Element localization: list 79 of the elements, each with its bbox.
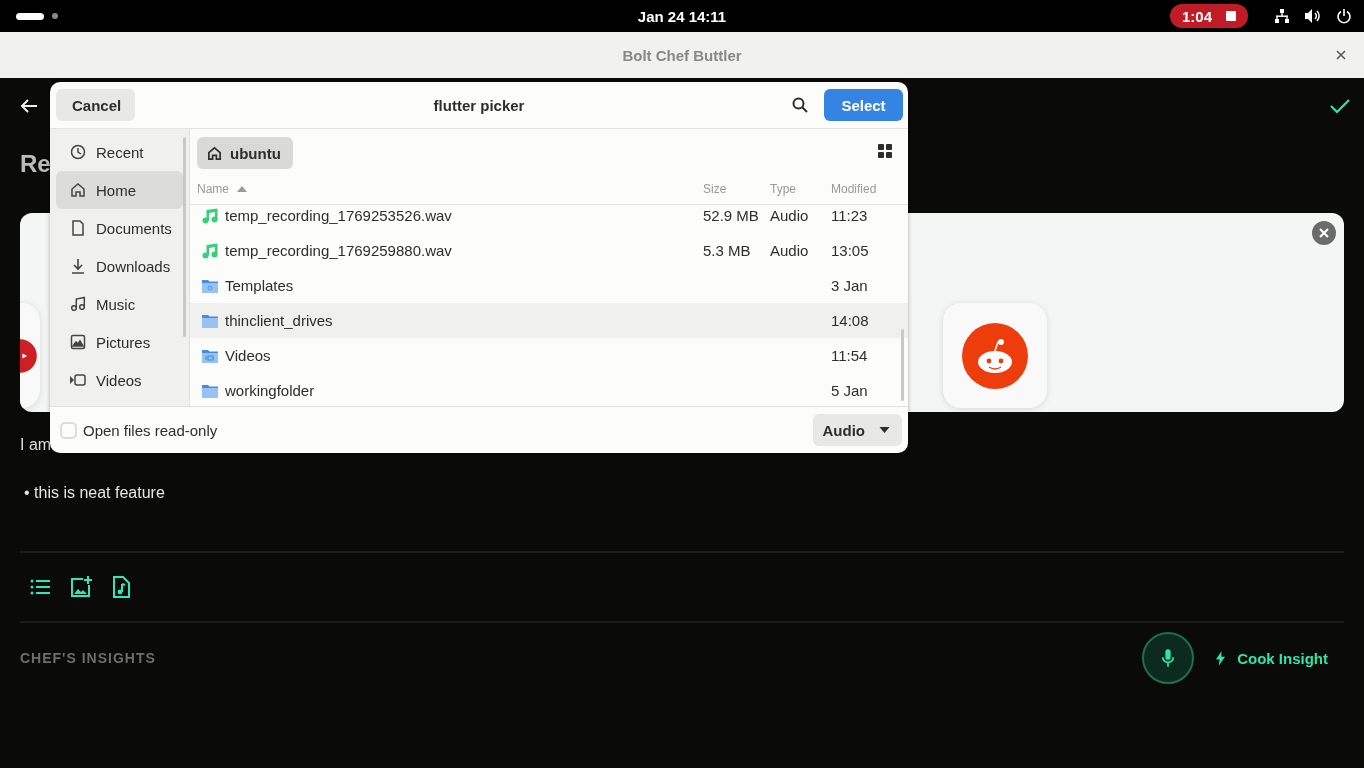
audio-file-icon[interactable] xyxy=(112,576,130,598)
file-modified: 3 Jan xyxy=(831,277,868,294)
file-type: Audio xyxy=(770,207,809,224)
file-type: Audio xyxy=(770,242,809,259)
bullet-item: • this is neat feature xyxy=(23,483,165,503)
file-name: Templates xyxy=(225,277,295,294)
file-name: temp_recording_1769259880.wav xyxy=(225,242,453,259)
close-icon[interactable] xyxy=(1312,221,1336,245)
file-row[interactable]: workingfolder 5 Jan xyxy=(190,373,908,406)
file-modified: 14:08 xyxy=(831,312,869,329)
dialog-title: flutter picker xyxy=(433,96,525,114)
sidebar-item[interactable]: Pictures xyxy=(56,323,183,361)
home-icon xyxy=(70,182,86,198)
filter-dropdown[interactable]: Audio xyxy=(812,414,902,446)
checkbox[interactable] xyxy=(60,421,77,439)
file-name: temp_recording_1769253526.wav xyxy=(225,207,453,224)
workspace-dot[interactable] xyxy=(52,13,58,19)
power-icon[interactable] xyxy=(1336,8,1352,24)
file-modified: 5 Jan xyxy=(831,382,868,399)
music-file-icon xyxy=(202,242,218,259)
back-arrow-icon[interactable] xyxy=(20,98,38,114)
page-heading: Re xyxy=(20,149,51,179)
videos-icon xyxy=(70,372,86,388)
list-icon[interactable] xyxy=(30,579,50,595)
sidebar-item[interactable]: Videos xyxy=(56,361,183,399)
sidebar-item[interactable]: Downloads xyxy=(56,247,183,285)
recording-indicator[interactable]: 1:04 xyxy=(1169,4,1248,28)
video-folder-icon xyxy=(202,347,218,364)
sidebar-item[interactable]: Home xyxy=(56,171,183,209)
recent-icon xyxy=(70,144,86,160)
app-logo-icon xyxy=(961,321,1029,390)
home-icon xyxy=(207,145,222,161)
cook-insight-button[interactable]: Cook Insight xyxy=(1216,649,1328,667)
close-icon[interactable] xyxy=(1336,50,1346,60)
path-button[interactable]: ubuntu xyxy=(197,137,293,169)
clock[interactable]: Jan 24 14:11 xyxy=(637,7,727,25)
grid-view-icon[interactable] xyxy=(878,144,892,158)
select-button[interactable]: Select xyxy=(824,89,903,121)
microphone-button[interactable] xyxy=(1142,632,1195,684)
file-modified: 11:23 xyxy=(831,207,868,224)
music-icon xyxy=(70,296,86,312)
search-icon[interactable] xyxy=(792,97,808,113)
checkmark-icon[interactable] xyxy=(1330,98,1350,114)
add-image-icon[interactable] xyxy=(70,576,92,598)
file-modified: 13:05 xyxy=(831,242,869,259)
checkbox-label[interactable]: Open files read-only xyxy=(83,421,218,439)
sort-ascending-icon[interactable] xyxy=(237,185,247,192)
pictures-icon xyxy=(70,334,86,350)
file-size: 5.3 MB xyxy=(703,242,751,259)
sidebar-item[interactable]: Documents xyxy=(56,209,183,247)
documents-icon xyxy=(70,220,86,236)
folder-icon xyxy=(202,382,218,399)
network-icon[interactable] xyxy=(1274,8,1290,24)
file-row[interactable]: Templates 3 Jan xyxy=(190,268,908,303)
sidebar-item[interactable]: Music xyxy=(56,285,183,323)
file-row[interactable]: thinclient_drives 14:08 xyxy=(190,303,908,338)
sidebar-item[interactable]: Recent xyxy=(56,133,183,171)
window-title: Bolt Chef Buttler xyxy=(622,46,742,64)
file-row[interactable]: temp_recording_1769253526.wav 52.9 MB Audio 11:23 xyxy=(190,205,908,233)
file-row[interactable]: Videos 11:54 xyxy=(190,338,908,373)
lightning-icon xyxy=(1216,650,1226,666)
section-title: CHEF'S INSIGHTS xyxy=(20,650,156,666)
note-text: I am xyxy=(20,435,53,455)
folder-icon xyxy=(202,312,218,329)
file-name: Videos xyxy=(225,347,272,364)
file-name: thinclient_drives xyxy=(225,312,334,329)
file-row[interactable]: temp_recording_1769259880.wav 5.3 MB Audio 13:05 xyxy=(190,233,908,268)
cancel-button[interactable]: Cancel xyxy=(56,89,135,121)
file-name: workingfolder xyxy=(225,382,316,399)
downloads-icon xyxy=(70,258,86,274)
file-size: 52.9 MB xyxy=(703,207,759,224)
volume-icon[interactable] xyxy=(1304,8,1322,24)
microphone-icon xyxy=(1161,648,1176,668)
caret-icon xyxy=(879,427,890,433)
app-tile[interactable] xyxy=(943,303,1047,408)
music-file-icon xyxy=(202,207,218,224)
file-modified: 11:54 xyxy=(831,347,868,364)
workspace-indicator[interactable] xyxy=(16,12,44,20)
template-folder-icon xyxy=(202,277,218,294)
